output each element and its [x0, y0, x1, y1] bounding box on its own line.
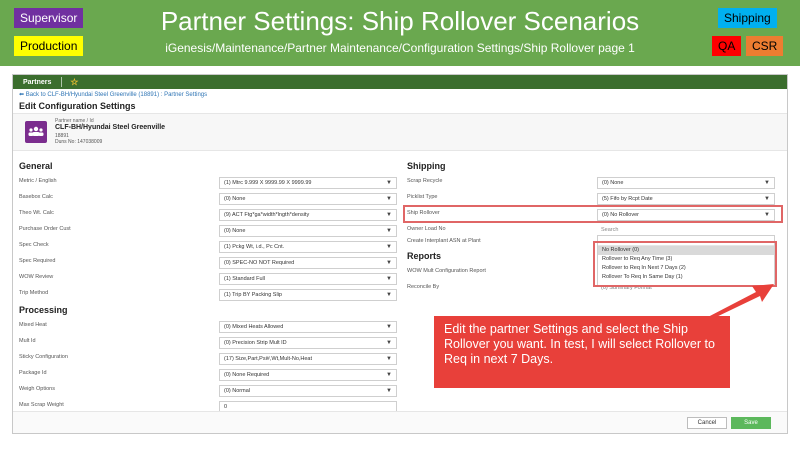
- header-banner: Supervisor Production Partner Settings: …: [0, 0, 800, 66]
- setting-select[interactable]: (5) Fifo by Rcpt Date ▼: [597, 193, 775, 205]
- chevron-down-icon: ▼: [386, 212, 392, 218]
- setting-label: Purchase Order Cust: [19, 226, 71, 232]
- setting-row: Metric / English (1) Mtrc 9.999 X 9999.9…: [19, 177, 399, 189]
- chevron-down-icon: ▼: [386, 340, 392, 346]
- group-title-reports: Reports: [407, 251, 442, 261]
- group-title-general: General: [19, 161, 53, 171]
- chevron-down-icon: ▼: [386, 180, 392, 186]
- setting-row: Mult Id (0) Precision Strip Mult ID ▼: [19, 337, 399, 349]
- setting-label: WOW Review: [19, 274, 54, 280]
- chevron-down-icon: ▼: [386, 244, 392, 250]
- setting-select[interactable]: (1) Pckg Wt, i.d., Pc Cnt. ▼: [219, 241, 397, 253]
- setting-row: Theo Wt. Calc (9) ACT Ftg*ga*width*lngth…: [19, 209, 399, 221]
- setting-select[interactable]: (0) None ▼: [219, 193, 397, 205]
- cancel-button[interactable]: Cancel: [687, 417, 727, 429]
- setting-select[interactable]: (9) ACT Ftg*ga*width*lngth*density ▼: [219, 209, 397, 221]
- setting-label: WOW Mult Configuration Report: [407, 268, 486, 274]
- slide-title: Partner Settings: Ship Rollover Scenario…: [160, 6, 640, 36]
- nav-separator: [61, 77, 63, 87]
- setting-select[interactable]: (17) Size,Part,Psi#,Wt,Mult-No,Heat ▼: [219, 353, 397, 365]
- setting-row: Mixed Heat (0) Mixed Heats Allowed ▼: [19, 321, 399, 333]
- page-title: Edit Configuration Settings: [19, 101, 136, 111]
- setting-row: Trip Method (1) Trip BY Packing Slip ▼: [19, 289, 399, 301]
- setting-label: Spec Check: [19, 242, 49, 248]
- setting-select[interactable]: (0) SPEC-NO NOT Required ▼: [219, 257, 397, 269]
- setting-row: Purchase Order Cust (0) None ▼: [19, 225, 399, 237]
- setting-row: WOW Review (1) Standard Full ▼: [19, 273, 399, 285]
- slide: Supervisor Production Partner Settings: …: [0, 0, 800, 450]
- ship-rollover-highlight: [403, 205, 783, 223]
- setting-select[interactable]: (0) None ▼: [219, 225, 397, 237]
- setting-select[interactable]: (0) None Required ▼: [219, 369, 397, 381]
- group-title-shipping: Shipping: [407, 161, 446, 171]
- setting-label: Metric / English: [19, 178, 57, 184]
- setting-label: Owner Load No: [407, 226, 446, 232]
- nav-partners[interactable]: Partners: [23, 79, 51, 86]
- chevron-down-icon: ▼: [386, 196, 392, 202]
- partner-header: Partner name / Id CLF-BH/Hyundai Steel G…: [13, 113, 787, 151]
- setting-row: Basebox Calc (0) None ▼: [19, 193, 399, 205]
- back-link[interactable]: ⬅ Back to CLF-BH/Hyundai Steel Greenvill…: [19, 91, 207, 98]
- partner-duns: Duns No: 147038009: [55, 139, 103, 145]
- setting-label: Weigh Options: [19, 386, 55, 392]
- partner-name: CLF-BH/Hyundai Steel Greenville: [55, 124, 166, 131]
- group-title-processing: Processing: [19, 305, 68, 315]
- setting-label: Reconcile By: [407, 284, 440, 290]
- slide-subtitle: iGenesis/Maintenance/Partner Maintenance…: [165, 41, 635, 55]
- setting-label: Spec Required: [19, 258, 56, 264]
- setting-row: Scrap Recycle (0) None ▼: [407, 177, 781, 189]
- top-nav-bar: Partners ☆: [13, 75, 787, 89]
- setting-select[interactable]: (0) Normal ▼: [219, 385, 397, 397]
- setting-row: Picklist Type (5) Fifo by Rcpt Date ▼: [407, 193, 781, 205]
- setting-label: Basebox Calc: [19, 194, 53, 200]
- form-footer: Cancel Save: [13, 411, 787, 433]
- save-button[interactable]: Save: [731, 417, 771, 429]
- setting-row: Spec Check (1) Pckg Wt, i.d., Pc Cnt. ▼: [19, 241, 399, 253]
- chevron-down-icon: ▼: [386, 324, 392, 330]
- setting-select[interactable]: (0) Precision Strip Mult ID ▼: [219, 337, 397, 349]
- setting-row: Weigh Options (0) Normal ▼: [19, 385, 399, 397]
- setting-select[interactable]: (1) Standard Full ▼: [219, 273, 397, 285]
- setting-row: Sticky Configuration (17) Size,Part,Psi#…: [19, 353, 399, 365]
- setting-label: Picklist Type: [407, 194, 438, 200]
- setting-label: Trip Method: [19, 290, 49, 296]
- role-tag-production: Production: [14, 36, 84, 56]
- setting-label: Scrap Recycle: [407, 178, 443, 184]
- instruction-callout: Edit the partner Settings and select the…: [434, 316, 730, 388]
- chevron-down-icon: ▼: [764, 196, 770, 202]
- chevron-down-icon: ▼: [386, 292, 392, 298]
- setting-select[interactable]: (1) Trip BY Packing Slip ▼: [219, 289, 397, 301]
- role-tag-csr: CSR: [746, 36, 784, 56]
- chevron-down-icon: ▼: [386, 372, 392, 378]
- setting-label: Mult Id: [19, 338, 36, 344]
- chevron-down-icon: ▼: [386, 276, 392, 282]
- setting-label: Sticky Configuration: [19, 354, 68, 360]
- setting-select[interactable]: (0) Mixed Heats Allowed ▼: [219, 321, 397, 333]
- setting-label: Theo Wt. Calc: [19, 210, 54, 216]
- users-icon: [25, 121, 47, 143]
- chevron-down-icon: ▼: [386, 228, 392, 234]
- chevron-down-icon: ▼: [386, 356, 392, 362]
- setting-row: Spec Required (0) SPEC-NO NOT Required ▼: [19, 257, 399, 269]
- role-tag-supervisor: Supervisor: [14, 8, 84, 28]
- role-tag-shipping: Shipping: [718, 8, 777, 28]
- star-icon[interactable]: ☆: [70, 77, 78, 87]
- chevron-down-icon: ▼: [386, 388, 392, 394]
- setting-row: Package Id (0) None Required ▼: [19, 369, 399, 381]
- setting-label: Create Interplant ASN at Plant: [407, 238, 481, 244]
- role-tag-qa: QA: [712, 36, 742, 56]
- callout-arrow: [706, 284, 774, 320]
- setting-select[interactable]: (1) Mtrc 9.999 X 9999.99 X 9999.99 ▼: [219, 177, 397, 189]
- chevron-down-icon: ▼: [764, 180, 770, 186]
- setting-select[interactable]: (0) None ▼: [597, 177, 775, 189]
- setting-label: Mixed Heat: [19, 322, 47, 328]
- chevron-down-icon: ▼: [386, 260, 392, 266]
- setting-label: Package Id: [19, 370, 47, 376]
- setting-label: Max Scrap Weight: [19, 402, 64, 408]
